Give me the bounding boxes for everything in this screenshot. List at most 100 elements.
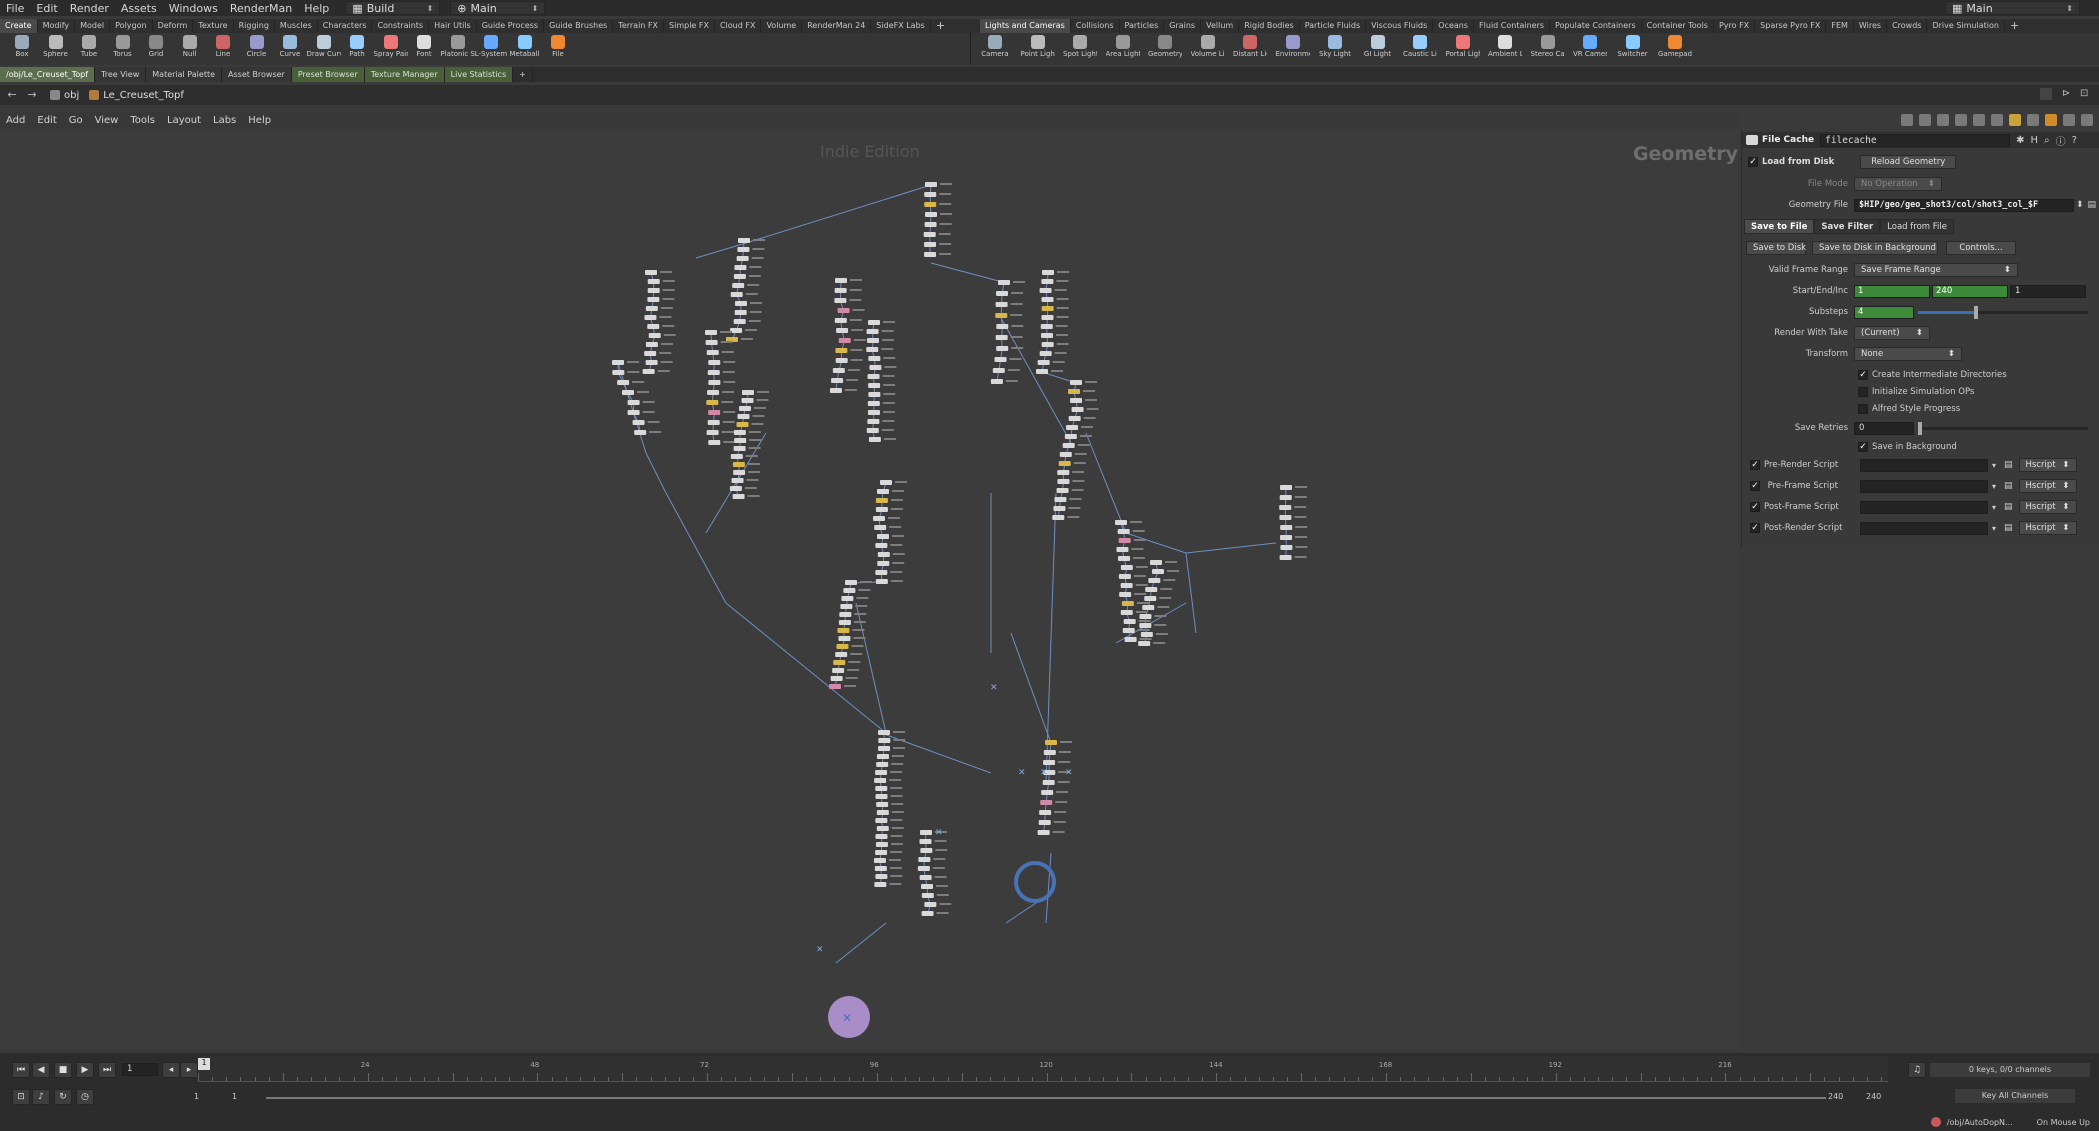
note-icon[interactable] [1937,114,1949,126]
sop-node[interactable] [1068,389,1081,394]
sop-node[interactable] [1120,565,1133,570]
shelf-tool-torus[interactable]: Torus [106,35,140,58]
hscript-icon[interactable]: H [2030,135,2038,146]
sop-node[interactable] [876,802,889,807]
menu-edit[interactable]: Edit [30,2,63,15]
slider-handle[interactable] [1974,305,1978,319]
pane-tab-network[interactable]: /obj/Le_Creuset_Topf [0,67,96,82]
reload-geometry-button[interactable]: Reload Geometry [1860,155,1957,169]
sop-node[interactable] [867,419,880,424]
status-alert-icon[interactable] [1930,1117,1941,1127]
shelf-tab-model[interactable]: Model [75,19,111,33]
sop-node[interactable] [878,730,890,735]
sop-node[interactable] [645,342,658,347]
shelf-tool-portal-light[interactable]: Portal Light [1446,35,1480,58]
sop-node[interactable] [839,612,852,617]
node-wire[interactable] [1185,552,1197,634]
shelf-tool-vr-camera[interactable]: VR Camera [1573,35,1607,58]
shelf-tab-rigging[interactable]: Rigging [234,19,275,33]
shelf-tool-camera[interactable]: Camera [978,35,1012,58]
shelf-tab-create[interactable]: Create [0,19,38,33]
sop-node[interactable] [1037,830,1050,835]
tile-icon[interactable] [1973,114,1985,126]
load-from-disk-checkbox[interactable]: ✓ [1748,157,1758,167]
sop-node[interactable] [994,357,1007,362]
sop-node[interactable] [868,392,881,397]
sop-node[interactable] [731,478,744,483]
cook-mode[interactable]: On Mouse Up [2037,1118,2090,1127]
sop-node[interactable] [990,379,1003,384]
sop-node[interactable] [644,315,657,320]
script-field[interactable] [1860,521,1988,535]
sop-node[interactable] [1139,614,1152,619]
shelf-tab-vellum[interactable]: Vellum [1201,19,1240,33]
net-menu-labs[interactable]: Labs [207,115,242,126]
sop-node[interactable] [832,368,845,373]
sop-node[interactable] [732,494,745,499]
sop-node[interactable] [868,356,881,361]
file-mode-dropdown[interactable]: No Operation ⬍ [1854,177,1942,191]
sop-node[interactable] [741,398,754,403]
sop-node[interactable] [880,480,892,485]
sop-node[interactable] [647,324,660,329]
sop-node[interactable] [1279,555,1292,560]
play-reverse-button[interactable]: ◀ [32,1062,50,1078]
sop-node[interactable] [1118,574,1131,579]
shelf-tool-curve[interactable]: Curve [273,35,307,58]
net-menu-edit[interactable]: Edit [31,115,62,126]
sop-node[interactable] [738,238,750,243]
shelf-tab-guide-process[interactable]: Guide Process [477,19,545,33]
script-field[interactable] [1860,479,1988,493]
sop-node[interactable] [924,902,937,907]
node-wire[interactable] [645,452,667,494]
shelf-tab-sidefx-labs[interactable]: SideFX Labs [871,19,931,33]
sop-node[interactable] [876,762,889,767]
sop-node[interactable] [836,328,849,333]
shelf-tab-grains[interactable]: Grains [1164,19,1202,33]
save-background-checkbox[interactable]: ✓ [1858,442,1868,452]
sop-node[interactable] [868,383,881,388]
shelf-tab-particles[interactable]: Particles [1120,19,1165,33]
sop-node[interactable] [992,368,1005,373]
sop-node[interactable] [1041,297,1054,302]
sop-node[interactable] [1117,529,1130,534]
file-browse-icon[interactable]: ▤ [2088,200,2097,210]
sop-node[interactable] [645,270,657,275]
sop-node[interactable] [736,422,749,427]
shelf-tab-muscles[interactable]: Muscles [275,19,318,33]
sop-node[interactable] [875,579,888,584]
shelf-tool-metaball[interactable]: Metaball [508,35,542,58]
chevron-down-icon[interactable]: ▾ [1992,461,1996,470]
sop-node[interactable] [1041,790,1054,795]
shelf-tab-cloud-fx[interactable]: Cloud FX [715,19,762,33]
sop-node[interactable] [1043,760,1056,765]
sop-node[interactable] [1042,270,1054,275]
sop-node[interactable] [642,369,655,374]
sop-node[interactable] [1070,398,1083,403]
substeps-field[interactable]: 4 [1854,305,1914,319]
sop-node[interactable] [1148,578,1161,583]
pane-tab-preset-browser[interactable]: Preset Browser [291,67,365,82]
sop-node[interactable] [1150,560,1162,565]
menu-windows[interactable]: Windows [163,2,224,15]
script-enable-checkbox[interactable]: ✓ [1750,523,1760,533]
file-browse-icon[interactable]: ▤ [2004,481,2013,491]
frame-marker[interactable]: 1 [198,1058,210,1070]
sop-node[interactable] [732,283,745,288]
node-wire[interactable] [617,362,647,454]
sop-node[interactable] [1041,306,1054,311]
sop-node[interactable] [1056,488,1069,493]
menu-file[interactable]: File [0,2,30,15]
desktop-selector[interactable]: ▦ Build ⬍ [345,1,441,15]
shelf-tab-modify[interactable]: Modify [38,19,76,33]
alfred-checkbox[interactable] [1858,404,1868,414]
tab-load-from-file[interactable]: Load from File [1880,218,1954,234]
shelf-tool-volume-light[interactable]: Volume Light [1191,35,1225,58]
controls-button[interactable]: Controls... [1946,241,2016,255]
shelf-tab-collisions[interactable]: Collisions [1071,19,1120,33]
sop-node[interactable] [707,420,720,425]
geometry-file-field[interactable]: $HIP/geo/geo_shot3/col/shot3_col_$F [1854,198,2074,212]
pane-tab-live-statistics[interactable]: Live Statistics [444,67,514,82]
menu-render[interactable]: Render [64,2,115,15]
sop-node[interactable] [875,874,888,879]
